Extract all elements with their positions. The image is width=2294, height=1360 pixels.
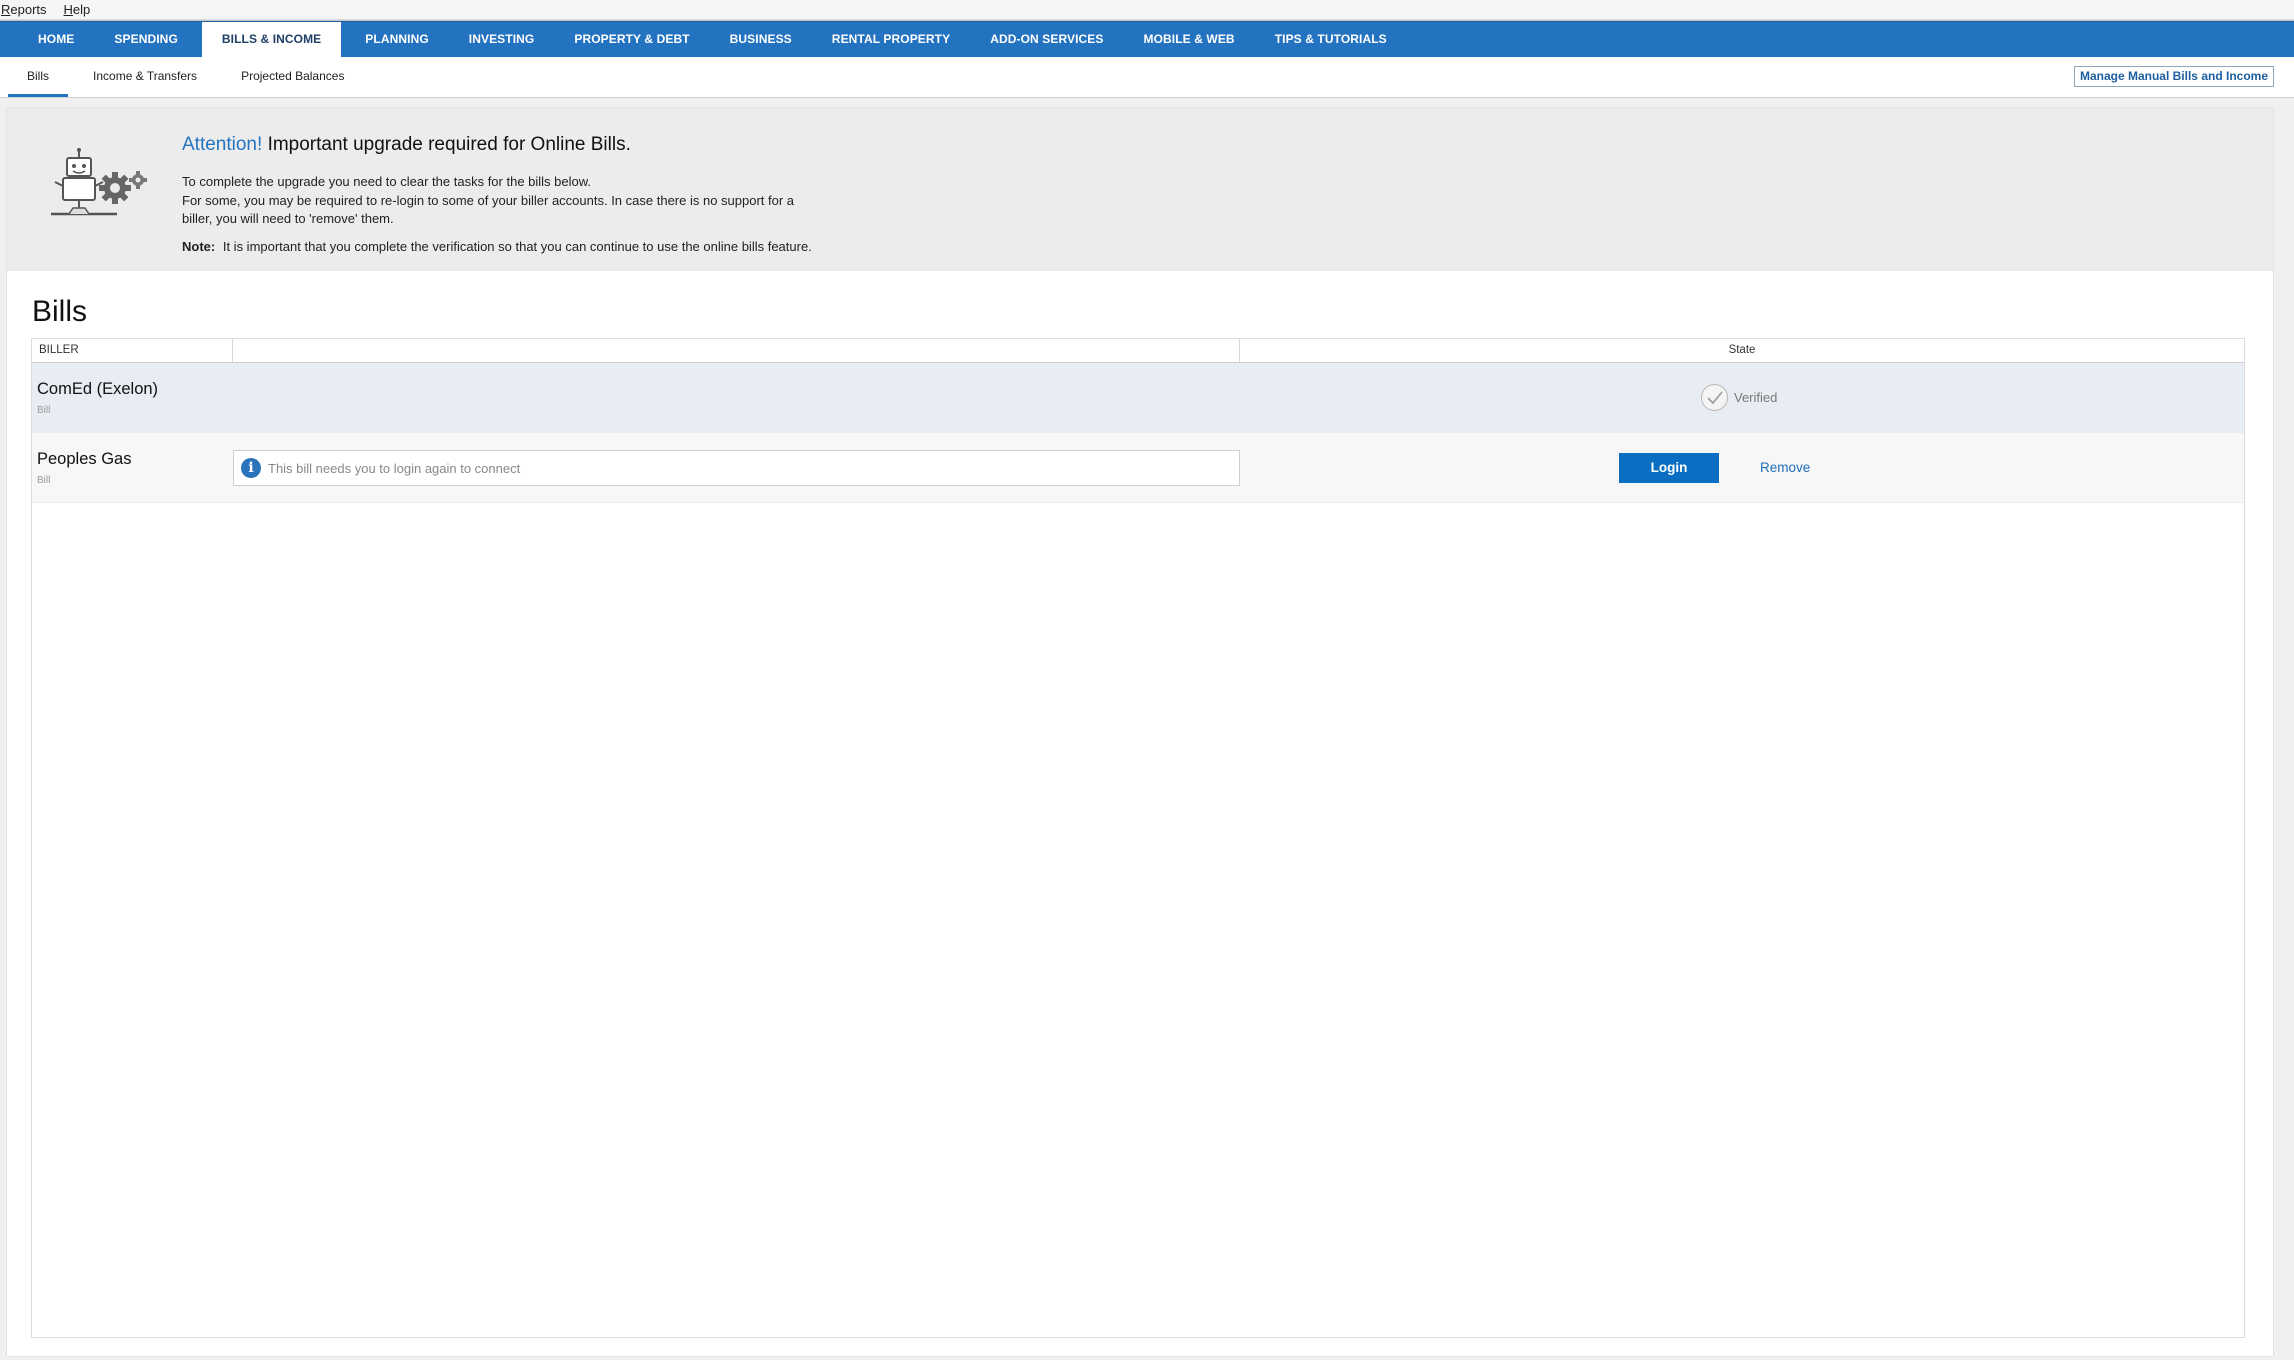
table-row[interactable]: ComEd (Exelon) Bill Verified bbox=[32, 363, 2244, 433]
tab-business[interactable]: BUSINESS bbox=[710, 22, 812, 57]
biller-name: Peoples Gas bbox=[37, 450, 132, 468]
banner-line-3: biller, you will need to 'remove' them. bbox=[182, 211, 394, 226]
biller-type: Bill bbox=[37, 475, 51, 486]
tab-bills-income[interactable]: BILLS & INCOME bbox=[201, 22, 342, 57]
banner-note: Note: It is important that you complete … bbox=[182, 239, 1082, 254]
tab-tips-tutorials[interactable]: TIPS & TUTORIALS bbox=[1255, 22, 1407, 57]
tab-add-on-services[interactable]: ADD-ON SERVICES bbox=[970, 22, 1123, 57]
state-text: Verified bbox=[1734, 390, 1778, 405]
banner-line-1: To complete the upgrade you need to clea… bbox=[182, 174, 592, 189]
note-text: It is important that you complete the ve… bbox=[222, 238, 812, 254]
subtab-income-transfers[interactable]: Income & Transfers bbox=[74, 57, 216, 97]
manage-manual-bills-button[interactable]: Manage Manual Bills and Income bbox=[2073, 66, 2274, 87]
info-icon: i bbox=[241, 458, 261, 478]
banner-text: Attention! Important upgrade required fo… bbox=[182, 134, 1082, 254]
header-biller[interactable]: BILLER bbox=[32, 339, 233, 362]
notice-text: This bill needs you to login again to co… bbox=[268, 460, 521, 476]
subtab-bills[interactable]: Bills bbox=[8, 57, 69, 97]
header-details bbox=[233, 339, 1240, 362]
upgrade-banner: Attention! Important upgrade required fo… bbox=[7, 108, 2273, 271]
banner-title: Attention! Important upgrade required fo… bbox=[182, 134, 1082, 156]
robot-gears-icon bbox=[45, 148, 155, 227]
note-label: Note: bbox=[182, 238, 216, 254]
attention-label: Attention! bbox=[182, 134, 263, 155]
tab-rental-property[interactable]: RENTAL PROPERTY bbox=[812, 22, 970, 57]
banner-body: To complete the upgrade you need to clea… bbox=[182, 173, 1082, 229]
relogin-notice: i This bill needs you to login again to … bbox=[233, 450, 1240, 486]
tab-property-debt[interactable]: PROPERTY & DEBT bbox=[554, 22, 709, 57]
state-verified: Verified bbox=[1701, 384, 1777, 411]
checkmark-circle-icon bbox=[1701, 384, 1728, 411]
banner-heading: Important upgrade required for Online Bi… bbox=[267, 134, 631, 155]
tab-planning[interactable]: PLANNING bbox=[345, 22, 448, 57]
login-button[interactable]: Login bbox=[1619, 453, 1719, 483]
remove-link[interactable]: Remove bbox=[1760, 460, 1810, 475]
subtab-projected-balances[interactable]: Projected Balances bbox=[222, 57, 363, 97]
sub-nav: Bills Income & Transfers Projected Balan… bbox=[0, 57, 2294, 98]
page-title: Bills bbox=[32, 295, 88, 328]
content-panel: Attention! Important upgrade required fo… bbox=[6, 107, 2274, 1357]
tab-spending[interactable]: SPENDING bbox=[94, 22, 197, 57]
menu-help[interactable]: Help bbox=[64, 2, 91, 17]
menu-bar: Reports Help bbox=[0, 0, 2294, 20]
biller-name: ComEd (Exelon) bbox=[37, 380, 159, 398]
main-nav: HOME SPENDING BILLS & INCOME PLANNING IN… bbox=[0, 21, 2294, 57]
tab-mobile-web[interactable]: MOBILE & WEB bbox=[1124, 22, 1255, 57]
header-state[interactable]: State bbox=[1240, 339, 2244, 362]
biller-type: Bill bbox=[37, 405, 51, 416]
table-row[interactable]: Peoples Gas Bill i This bill needs you t… bbox=[32, 433, 2244, 503]
table-header: BILLER State bbox=[32, 339, 2244, 363]
bills-table: BILLER State ComEd (Exelon) Bill Verifie… bbox=[31, 338, 2245, 1338]
banner-line-2: For some, you may be required to re-logi… bbox=[182, 192, 795, 208]
tab-home[interactable]: HOME bbox=[18, 22, 94, 57]
tab-investing[interactable]: INVESTING bbox=[449, 22, 555, 57]
menu-reports[interactable]: Reports bbox=[1, 2, 47, 17]
